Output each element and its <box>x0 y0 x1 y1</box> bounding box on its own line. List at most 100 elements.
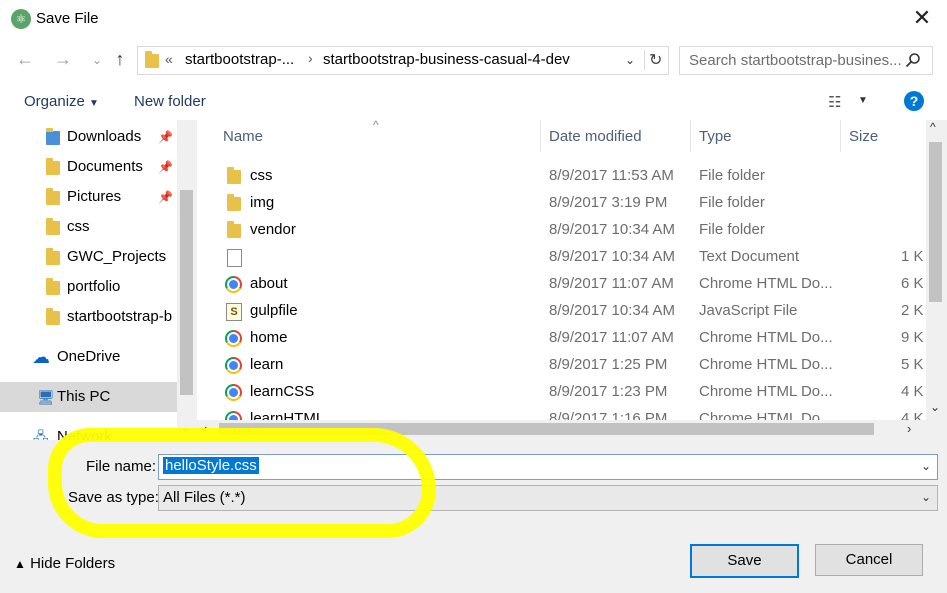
search-icon[interactable] <box>905 52 921 68</box>
file-name: css <box>250 167 273 184</box>
sort-ascending-icon: ^ <box>373 120 379 132</box>
nav-item-portfolio[interactable]: portfolio <box>0 273 178 301</box>
breadcrumb-item[interactable]: startbootstrap-business-casual-4-dev <box>323 51 570 68</box>
view-dropdown-icon[interactable]: ▼ <box>858 95 868 106</box>
window-title: Save File <box>36 10 99 27</box>
column-header-type[interactable]: Type <box>699 128 732 145</box>
file-type: File folder <box>699 167 765 184</box>
column-divider[interactable] <box>690 120 691 152</box>
back-arrow-icon[interactable]: ← <box>12 46 38 72</box>
file-row[interactable]: css 8/9/2017 11:53 AM File folder <box>197 162 926 189</box>
folder-icon <box>46 278 60 295</box>
scrollbar-thumb[interactable] <box>180 190 193 395</box>
column-header-date[interactable]: Date modified <box>549 128 642 145</box>
breadcrumb-overflow[interactable]: « <box>165 51 173 67</box>
scrollbar-thumb[interactable] <box>929 142 942 302</box>
file-type: File folder <box>699 194 765 211</box>
file-date: 8/9/2017 10:34 AM <box>549 248 675 265</box>
new-folder-button[interactable]: New folder <box>134 93 206 110</box>
file-row[interactable]: about 8/9/2017 11:07 AM Chrome HTML Do..… <box>197 270 926 297</box>
column-header-name[interactable]: Name <box>223 128 263 145</box>
file-row[interactable]: img 8/9/2017 3:19 PM File folder <box>197 189 926 216</box>
chrome-icon <box>225 411 242 420</box>
cancel-button[interactable]: Cancel <box>815 544 923 576</box>
nav-item-gwc-projects[interactable]: GWC_Projects <box>0 243 178 271</box>
file-row[interactable]: 8/9/2017 10:34 AM Text Document 1 K <box>197 243 926 270</box>
scroll-down-icon[interactable]: ⌄ <box>930 400 940 414</box>
computer-icon: 🖥 <box>37 389 55 405</box>
forward-arrow-icon[interactable]: → <box>50 46 76 72</box>
file-row[interactable]: vendor 8/9/2017 10:34 AM File folder <box>197 216 926 243</box>
downloads-folder-icon <box>46 128 60 145</box>
file-row[interactable]: learnHTML 8/9/2017 1:16 PM Chrome HTML D… <box>197 405 926 420</box>
nav-item-label: Pictures <box>67 188 122 205</box>
scroll-up-icon[interactable]: ^ <box>930 120 936 134</box>
breadcrumb-item[interactable]: startbootstrap-... <box>185 51 294 68</box>
folder-icon <box>227 221 241 238</box>
address-bar[interactable]: « startbootstrap-... › startbootstrap-bu… <box>137 46 669 75</box>
help-icon[interactable]: ? <box>904 91 924 111</box>
file-size: 4 K <box>901 410 924 420</box>
save-as-type-chevron-icon[interactable]: ⌄ <box>921 490 931 504</box>
file-type: Chrome HTML Do... <box>699 329 833 346</box>
file-date: 8/9/2017 10:34 AM <box>549 302 675 319</box>
file-name: vendor <box>250 221 296 238</box>
file-row[interactable]: learnCSS 8/9/2017 1:23 PM Chrome HTML Do… <box>197 378 926 405</box>
chrome-icon <box>225 357 242 374</box>
file-row[interactable]: learn 8/9/2017 1:25 PM Chrome HTML Do...… <box>197 351 926 378</box>
nav-item-css[interactable]: css <box>0 213 178 241</box>
file-list-vertical-scrollbar[interactable]: ^ ⌄ <box>926 120 945 420</box>
nav-item-pictures[interactable]: Pictures 📌 <box>0 183 178 211</box>
file-row[interactable]: home 8/9/2017 11:07 AM Chrome HTML Do...… <box>197 324 926 351</box>
file-size: 2 K <box>901 302 924 319</box>
nav-item-label: Documents <box>67 158 143 175</box>
nav-item-this-pc[interactable]: 🖥 This PC <box>0 382 177 412</box>
file-date: 8/9/2017 1:16 PM <box>549 410 668 420</box>
hide-folders-toggle[interactable]: ▲ Hide Folders <box>14 555 115 572</box>
column-header-size[interactable]: Size <box>849 128 878 145</box>
file-size: 4 K <box>901 383 924 400</box>
file-name: about <box>250 275 288 292</box>
file-size: 9 K <box>901 329 924 346</box>
nav-item-label: Downloads <box>67 128 142 145</box>
file-date: 8/9/2017 1:25 PM <box>549 356 668 373</box>
file-size: 1 K <box>901 248 924 265</box>
save-button[interactable]: Save <box>690 544 799 578</box>
navigation-scrollbar[interactable]: ⌄ <box>177 120 196 440</box>
nav-item-label: OneDrive <box>57 348 121 365</box>
nav-item-downloads[interactable]: Downloads 📌 <box>0 123 178 151</box>
chrome-icon <box>225 330 242 347</box>
file-name: learnHTML <box>250 410 325 420</box>
breadcrumb-separator[interactable]: › <box>308 50 313 66</box>
up-arrow-icon[interactable]: ↑ <box>107 46 133 72</box>
close-icon[interactable]: ✕ <box>905 4 939 32</box>
view-options-icon[interactable]: ☷ <box>828 93 841 111</box>
file-type: Chrome HTML Do... <box>699 275 833 292</box>
search-input[interactable]: Search startbootstrap-busines... <box>679 46 933 75</box>
nav-item-documents[interactable]: Documents 📌 <box>0 153 178 181</box>
file-date: 8/9/2017 3:19 PM <box>549 194 668 211</box>
file-row[interactable]: S gulpfile 8/9/2017 10:34 AM JavaScript … <box>197 297 926 324</box>
refresh-icon[interactable]: ↻ <box>644 50 662 70</box>
scroll-right-icon[interactable]: › <box>907 421 911 436</box>
nav-item-startbootstrap[interactable]: startbootstrap-b <box>0 303 178 331</box>
address-dropdown-chevron-icon[interactable]: ⌄ <box>625 53 635 67</box>
file-date: 8/9/2017 10:34 AM <box>549 221 675 238</box>
javascript-file-icon: S <box>226 303 242 321</box>
file-type: Chrome HTML Do... <box>699 356 833 373</box>
network-icon: 🖧 <box>33 429 49 440</box>
folder-icon <box>46 248 60 265</box>
column-divider[interactable] <box>840 120 841 152</box>
organize-button[interactable]: Organize ▼ <box>24 93 99 110</box>
file-name-dropdown-chevron-icon[interactable]: ⌄ <box>921 459 931 473</box>
nav-item-label: startbootstrap-b <box>67 308 173 325</box>
file-name: img <box>250 194 275 211</box>
nav-item-onedrive[interactable]: ☁ OneDrive <box>0 343 178 371</box>
file-name: gulpfile <box>250 302 298 319</box>
file-type: File folder <box>699 221 765 238</box>
chevron-up-icon: ▲ <box>14 557 26 571</box>
file-name: home <box>250 329 288 346</box>
folder-icon <box>227 194 241 211</box>
pin-icon: 📌 <box>158 130 173 144</box>
column-divider[interactable] <box>540 120 541 152</box>
